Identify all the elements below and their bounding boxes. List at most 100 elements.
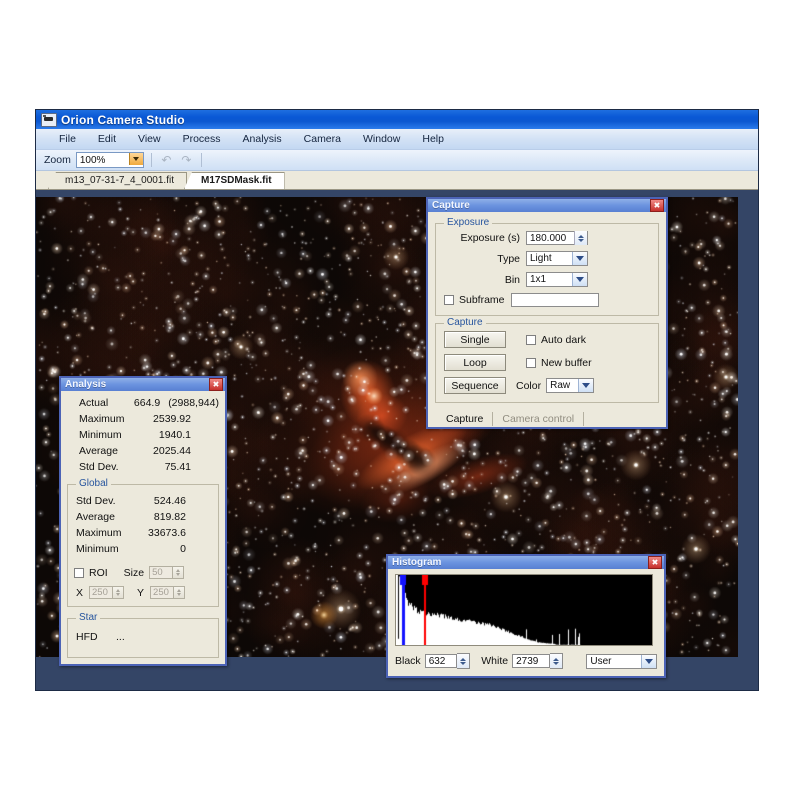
histogram-mode-value: User [590,655,612,667]
color-value: Raw [550,380,571,391]
toolbar: Zoom 100% ↶ ↷ [36,150,758,171]
chevron-down-icon[interactable] [641,654,656,668]
hfd-row: HFD ... [74,629,212,645]
white-label: White [481,655,509,667]
type-label: Type [497,252,520,265]
close-icon[interactable]: ✖ [650,199,664,212]
undo-arrow-icon[interactable]: ↶ [159,153,174,168]
global-row-minimum: Minimum 0 [74,541,212,557]
new-buffer-label: New buffer [541,356,592,369]
auto-dark-checkbox[interactable] [526,334,536,345]
subframe-row: Subframe [444,293,650,307]
menu-help[interactable]: Help [411,131,455,147]
menu-edit[interactable]: Edit [87,131,127,147]
exposure-row: Exposure (s) 180.000 [444,231,650,245]
single-row: Single Auto dark [444,331,650,348]
x-stepper[interactable] [113,586,125,599]
auto-dark-label: Auto dark [541,333,586,346]
global-group: Global Std Dev. 524.46 Average 819.82 Ma… [67,478,219,607]
document-tab-m17[interactable]: M17SDMask.fit [183,172,285,189]
menu-view[interactable]: View [127,131,172,147]
chevron-down-icon[interactable] [578,379,594,392]
close-icon[interactable]: ✖ [209,378,223,391]
menu-analysis[interactable]: Analysis [232,131,293,147]
y-input[interactable]: 250 [150,586,175,599]
size-stepper[interactable] [173,566,185,579]
stddev-label: Std Dev. [79,461,119,473]
zoom-label: Zoom [44,154,71,166]
hfd-value: ... [116,631,125,643]
analysis-row-stddev: Std Dev. 75.41 [67,459,219,475]
stddev-value: 75.41 [164,461,191,473]
roi-checkbox[interactable] [74,567,84,578]
analysis-titlebar: Analysis ✖ [61,378,225,391]
chevron-down-icon[interactable] [572,273,587,286]
xy-row: X 250 Y 250 [74,586,212,599]
star-group-label: Star [76,612,101,623]
tab-camera-control[interactable]: Camera control [493,412,585,426]
close-icon[interactable]: ✖ [648,556,662,569]
bin-select[interactable]: 1x1 [526,272,588,287]
y-stepper[interactable] [174,586,186,599]
x-input[interactable]: 250 [89,586,114,599]
average-value: 2025.44 [153,445,191,457]
size-input[interactable]: 50 [149,566,174,579]
size-label: Size [123,566,145,579]
global-maximum-value: 33673.6 [148,527,186,539]
zoom-combobox[interactable]: 100% [75,152,144,168]
type-value: Light [530,253,552,264]
global-group-label: Global [76,478,111,489]
black-input[interactable]: 632 [424,654,458,668]
single-button[interactable]: Single [444,331,506,348]
capture-tabstrip: Capture Camera control [435,410,659,427]
subframe-input[interactable] [510,293,599,307]
exposure-group-label: Exposure [444,217,493,228]
capture-title: Capture [432,200,470,211]
exposure-stepper[interactable] [574,231,587,245]
x-label: X [76,586,84,599]
type-row: Type Light [444,251,650,266]
new-buffer-checkbox[interactable] [526,357,536,368]
global-average-label: Average [76,511,115,523]
document-tab-m13[interactable]: m13_07-31-7_4_0001.fit [48,172,187,189]
chevron-down-icon[interactable] [572,252,587,265]
subframe-checkbox[interactable] [444,295,454,305]
redo-arrow-icon[interactable]: ↷ [179,153,194,168]
star-group: Star HFD ... [67,612,219,658]
menu-process[interactable]: Process [172,131,232,147]
global-maximum-label: Maximum [76,527,122,539]
window-titlebar: Orion Camera Studio [36,110,758,129]
menu-camera[interactable]: Camera [293,131,352,147]
global-average-value: 819.82 [153,511,186,523]
analysis-dialog: Analysis ✖ Actual 664.9 (2988,944) Maxim… [59,376,227,666]
tab-capture[interactable]: Capture [437,412,494,426]
maximum-value: 2539.92 [153,413,191,425]
analysis-row-minimum: Minimum 1940.1 [67,427,219,443]
menu-window[interactable]: Window [352,131,411,147]
global-minimum-label: Minimum [76,543,119,555]
histogram-mode-select[interactable]: User [586,653,657,669]
loop-button[interactable]: Loop [444,354,506,371]
sequence-button[interactable]: Sequence [444,377,506,394]
analysis-row-maximum: Maximum 2539.92 [67,411,219,427]
chevron-down-icon[interactable] [128,153,143,165]
sequence-row: Sequence Color Raw [444,377,650,394]
bin-row: Bin 1x1 [444,272,650,287]
capture-dialog: Capture ✖ Exposure Exposure (s) 180.000 … [426,197,668,429]
white-input[interactable]: 2739 [512,654,551,668]
white-stepper[interactable] [550,653,564,669]
global-stddev-value: 524.46 [153,495,186,507]
color-select[interactable]: Raw [546,378,595,393]
subframe-label: Subframe [459,294,505,306]
black-stepper[interactable] [457,653,471,669]
white-value: 2739 [516,655,539,667]
type-select[interactable]: Light [526,251,588,266]
histogram-plot[interactable] [395,574,653,646]
average-label: Average [79,445,118,457]
exposure-input[interactable]: 180.000 [526,231,588,245]
menu-file[interactable]: File [48,131,87,147]
y-label: Y [137,586,145,599]
analysis-row-actual: Actual 664.9 (2988,944) [67,395,219,411]
zoom-value: 100% [79,154,106,166]
analysis-title: Analysis [65,379,107,390]
